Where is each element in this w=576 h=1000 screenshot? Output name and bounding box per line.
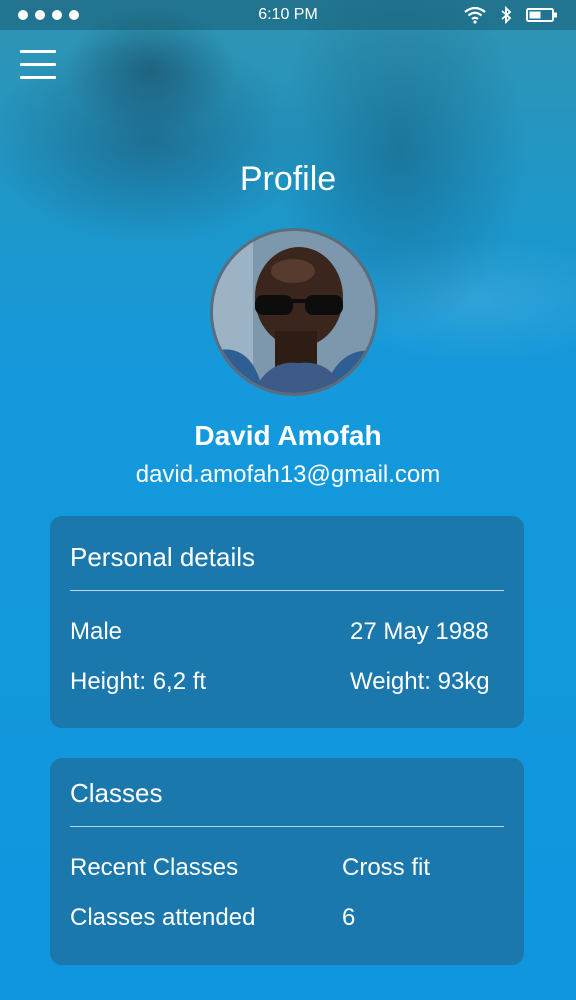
classes-card: Classes Recent Classes Cross fit Classes…	[50, 758, 524, 965]
hamburger-menu-button[interactable]	[20, 50, 56, 80]
recent-classes-label: Recent Classes	[70, 854, 239, 881]
page-title: Profile	[239, 160, 337, 198]
classes-attended-value: 6	[342, 904, 356, 931]
class-row: Classes attended 6	[70, 893, 504, 943]
gender-value: Male	[70, 618, 123, 645]
birth-date-value: 27 May 1988	[350, 618, 489, 645]
battery-icon	[526, 8, 557, 22]
weight-value: Weight: 93kg	[350, 668, 490, 695]
avatar-portrait-icon	[213, 231, 375, 393]
personal-details-title: Personal details	[70, 542, 255, 572]
detail-row: Male 27 May 1988	[70, 607, 504, 657]
class-row: Recent Classes Cross fit	[70, 843, 504, 893]
classes-title: Classes	[70, 778, 163, 808]
avatar[interactable]	[210, 228, 378, 396]
height-value: Height: 6,2 ft	[70, 668, 207, 695]
personal-details-card: Personal details Male 27 May 1988 Height…	[50, 516, 524, 728]
detail-row: Height: 6,2 ft Weight: 93kg	[70, 657, 504, 707]
status-bar: 6:10 PM	[0, 0, 576, 30]
profile-screen: 6:10 PM Profile David Amofah david.amofa…	[0, 0, 576, 1000]
profile-name: David Amofah	[194, 420, 382, 451]
profile-email: david.amofah13@gmail.com	[135, 461, 441, 488]
classes-attended-label: Classes attended	[70, 904, 256, 931]
wifi-icon	[464, 6, 486, 24]
bluetooth-icon	[501, 6, 512, 24]
recent-classes-value: Cross fit	[342, 854, 431, 881]
signal-dots-icon	[18, 10, 79, 20]
